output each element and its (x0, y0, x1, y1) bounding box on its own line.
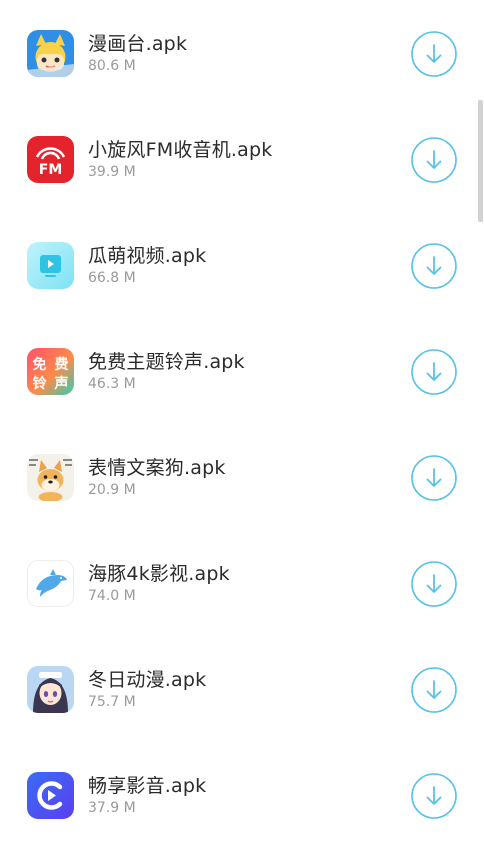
download-button[interactable] (411, 667, 457, 713)
list-item[interactable]: 瓜萌视频.apk 66.8 M (0, 212, 484, 318)
ringtone-glyph: 免 (33, 356, 47, 373)
download-arrow-icon (411, 31, 457, 77)
scrollbar[interactable] (478, 100, 483, 222)
list-item[interactable]: FM 小旋风FM收音机.apk 39.9 M (0, 106, 484, 212)
download-arrow-icon (411, 137, 457, 183)
app-size: 66.8 M (88, 270, 136, 286)
anime-girl-icon (27, 666, 74, 713)
download-arrow-icon (411, 349, 457, 395)
app-size: 74.0 M (88, 588, 136, 604)
fm-radio-icon: FM (27, 136, 74, 183)
download-button[interactable] (411, 349, 457, 395)
download-arrow-icon (411, 667, 457, 713)
download-arrow-icon (411, 455, 457, 501)
app-name: 表情文案狗.apk (88, 457, 226, 479)
app-name: 海豚4k影视.apk (88, 563, 230, 585)
list-item[interactable]: 海豚4k影视.apk 74.0 M (0, 530, 484, 636)
app-size: 39.9 M (88, 164, 136, 180)
download-button[interactable] (411, 137, 457, 183)
download-arrow-icon (411, 243, 457, 289)
download-button[interactable] (411, 243, 457, 289)
download-button[interactable] (411, 455, 457, 501)
app-size: 20.9 M (88, 482, 136, 498)
download-button[interactable] (411, 31, 457, 77)
svg-text:FM: FM (39, 162, 63, 178)
list-item[interactable]: 免 费 铃 声 免费主题铃声.apk 46.3 M (0, 318, 484, 424)
download-button[interactable] (411, 773, 457, 819)
app-name: 瓜萌视频.apk (88, 245, 207, 267)
dolphin-icon (27, 560, 74, 607)
download-arrow-icon (411, 561, 457, 607)
download-button[interactable] (411, 561, 457, 607)
media-player-icon (27, 772, 74, 819)
ringtone-glyph: 铃 (33, 375, 47, 392)
list-item[interactable]: 冬日动漫.apk 75.7 M (0, 636, 484, 742)
app-size: 46.3 M (88, 376, 136, 392)
ringtone-glyph: 费 (55, 356, 69, 373)
anime-character-icon (27, 30, 74, 77)
download-arrow-icon (411, 773, 457, 819)
app-name: 免费主题铃声.apk (88, 351, 245, 373)
doge-meme-icon (27, 454, 74, 501)
list-item[interactable]: 畅享影音.apk 37.9 M (0, 742, 484, 848)
app-name: 畅享影音.apk (88, 775, 207, 797)
app-size: 37.9 M (88, 800, 136, 816)
app-size: 80.6 M (88, 58, 136, 74)
video-play-icon (27, 242, 74, 289)
app-name: 小旋风FM收音机.apk (88, 139, 273, 161)
app-name: 冬日动漫.apk (88, 669, 207, 691)
ringtone-glyph: 声 (54, 375, 69, 392)
list-item[interactable]: 漫画台.apk 80.6 M (0, 0, 484, 106)
list-item[interactable]: 表情文案狗.apk 20.9 M (0, 424, 484, 530)
app-size: 75.7 M (88, 694, 136, 710)
app-name: 漫画台.apk (88, 33, 188, 55)
ringtone-icon: 免 费 铃 声 (27, 348, 74, 395)
